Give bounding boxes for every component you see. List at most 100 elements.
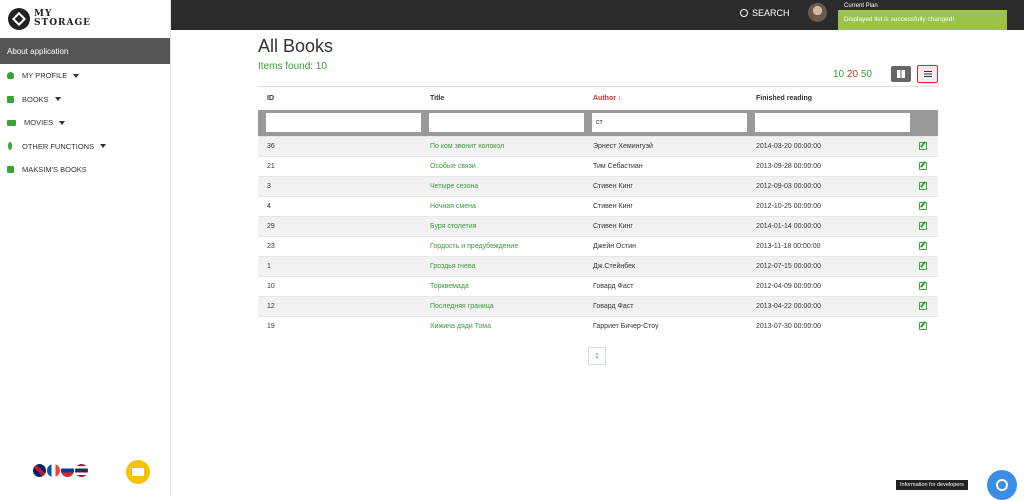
sidebar-item-books[interactable]: BOOKS <box>0 88 170 112</box>
edit-icon[interactable] <box>919 321 927 330</box>
book-title-link[interactable]: Гроздья гнева <box>430 263 475 270</box>
book-title-link[interactable]: Буря столетия <box>430 223 476 230</box>
book-title-link[interactable]: Гордость и предубеждение <box>430 243 518 250</box>
edit-icon[interactable] <box>919 141 927 150</box>
avatar[interactable] <box>808 3 827 22</box>
table-row: 36 По ком звонит колокол Эрнест Хемингуэ… <box>258 136 938 157</box>
search-icon <box>740 9 748 17</box>
books-table: ID Title Author ↓ Finished reading 36 По… <box>258 86 938 337</box>
edit-icon[interactable] <box>919 301 927 310</box>
cell-author: Эрнест Хемингуэй <box>584 136 747 157</box>
cell-finished: 2012-09-03 00:00:00 <box>747 176 910 197</box>
book-title-link[interactable]: По ком звонит колокол <box>430 143 504 150</box>
cell-author: Джейн Остин <box>584 236 747 257</box>
cell-id: 12 <box>258 296 421 317</box>
fr-flag-icon[interactable] <box>47 464 60 477</box>
sidebar-item-my-profile[interactable]: MY PROFILE <box>0 64 170 88</box>
caret-down-icon <box>100 144 107 149</box>
filter-author-input[interactable] <box>592 113 747 133</box>
logo-line-2: STORAGE <box>34 18 92 28</box>
page-size-20[interactable]: 20 <box>847 69 858 80</box>
table-row: 19 Хижина дяди Тома Гарриет Бичер-Стоу 2… <box>258 316 938 337</box>
cell-finished: 2012-10-25 00:00:00 <box>747 196 910 217</box>
book-title-link[interactable]: Четыре сезона <box>430 183 478 190</box>
grid-view-button[interactable] <box>891 66 911 82</box>
cell-id: 4 <box>258 196 421 217</box>
user-icon <box>7 72 14 80</box>
sidebar-item-label: MAKSIM'S BOOKS <box>22 165 87 175</box>
book-icon <box>7 95 14 103</box>
app-logo[interactable]: MY STORAGE <box>0 0 170 38</box>
cell-finished: 2013-11-18 00:00:00 <box>747 236 910 257</box>
table-row: 21 Особые связи Тим Себастиан 2013-09-28… <box>258 156 938 177</box>
edit-icon[interactable] <box>919 261 927 270</box>
cell-finished: 2013-07-30 00:00:00 <box>747 316 910 337</box>
list-icon <box>923 71 932 77</box>
lifebuoy-icon <box>996 479 1008 491</box>
pagination-page-1[interactable]: 1 <box>588 347 606 365</box>
table-row: 23 Гордость и предубеждение Джейн Остин … <box>258 236 938 257</box>
page-size-10[interactable]: 10 <box>833 69 844 80</box>
book-title-link[interactable]: Ночная смена <box>430 203 476 210</box>
filter-row <box>258 109 938 137</box>
filter-id-input[interactable] <box>266 113 421 133</box>
column-header-title[interactable]: Title <box>421 86 584 110</box>
edit-icon[interactable] <box>919 221 927 230</box>
search-button[interactable]: SEARCH <box>740 8 790 18</box>
table-row: 1 Гроздья гнева Дж.Стейнбек 2012-07-15 0… <box>258 256 938 277</box>
th-flag-icon[interactable] <box>75 464 88 477</box>
sidebar-item-other-functions[interactable]: OTHER FUNCTIONS <box>0 135 170 159</box>
developers-tooltip: Information for developers <box>896 480 968 490</box>
sidebar-item-label: OTHER FUNCTIONS <box>22 141 95 151</box>
list-view-button[interactable] <box>917 65 938 83</box>
book-title-link[interactable]: Торквемада <box>430 283 469 290</box>
caret-down-icon <box>54 97 61 102</box>
edit-icon[interactable] <box>919 201 927 210</box>
sidebar-item-label: BOOKS <box>22 94 49 104</box>
cell-finished: 2012-04-09 00:00:00 <box>747 276 910 297</box>
book-title-link[interactable]: Хижина дяди Тома <box>430 323 491 330</box>
camera-icon <box>7 119 16 126</box>
cell-finished: 2014-03-20 00:00:00 <box>747 136 910 157</box>
cell-id: 1 <box>258 256 421 277</box>
page-title: All Books <box>258 36 334 56</box>
column-header-author[interactable]: Author ↓ <box>584 86 747 110</box>
edit-icon[interactable] <box>919 181 927 190</box>
edit-icon[interactable] <box>919 161 927 170</box>
filter-title-input[interactable] <box>429 113 584 133</box>
page-size-50[interactable]: 50 <box>861 69 872 80</box>
cell-author: Дж.Стейнбек <box>584 256 747 277</box>
sidebar-item-label: MY PROFILE <box>22 71 68 81</box>
cube-icon <box>8 8 30 30</box>
cell-finished: 2014-01-14 00:00:00 <box>747 216 910 237</box>
sidebar-item-maksims-books[interactable]: MAKSIM'S BOOKS <box>0 158 170 182</box>
book-title-link[interactable]: Особые связи <box>430 163 476 170</box>
edit-icon[interactable] <box>919 241 927 250</box>
column-header-id[interactable]: ID <box>258 86 421 110</box>
table-row: 10 Торквемада Говард Фаст 2012-04-09 00:… <box>258 276 938 297</box>
leaf-icon <box>8 142 12 151</box>
cell-finished: 2013-09-28 00:00:00 <box>747 156 910 177</box>
cell-author: Тим Себастиан <box>584 156 747 177</box>
caret-down-icon <box>73 73 80 78</box>
page-size-selector: 10 20 50 <box>833 69 872 80</box>
cell-author: Говард Фаст <box>584 296 747 317</box>
cell-author: Стивен Кинг <box>584 196 747 217</box>
edit-icon[interactable] <box>919 281 927 290</box>
notification-toast: Displayed list is successfully changed! <box>838 10 1007 30</box>
column-header-finished-reading[interactable]: Finished reading <box>747 86 910 110</box>
uk-flag-icon[interactable] <box>33 464 46 477</box>
current-plan-label[interactable]: Current Plan <box>844 3 878 9</box>
cell-id: 21 <box>258 156 421 177</box>
cell-id: 29 <box>258 216 421 237</box>
sidebar-item-movies[interactable]: MOVIES <box>0 111 170 135</box>
mail-icon[interactable] <box>126 460 150 484</box>
cell-finished: 2013-04-22 00:00:00 <box>747 296 910 317</box>
sidebar-item-label: MOVIES <box>24 118 54 128</box>
book-icon <box>7 166 14 174</box>
book-title-link[interactable]: Последняя граница <box>430 303 494 310</box>
about-application-link[interactable]: About application <box>0 38 170 64</box>
ru-flag-icon[interactable] <box>61 464 74 477</box>
cell-id: 10 <box>258 276 421 297</box>
filter-finished-input[interactable] <box>755 113 910 133</box>
